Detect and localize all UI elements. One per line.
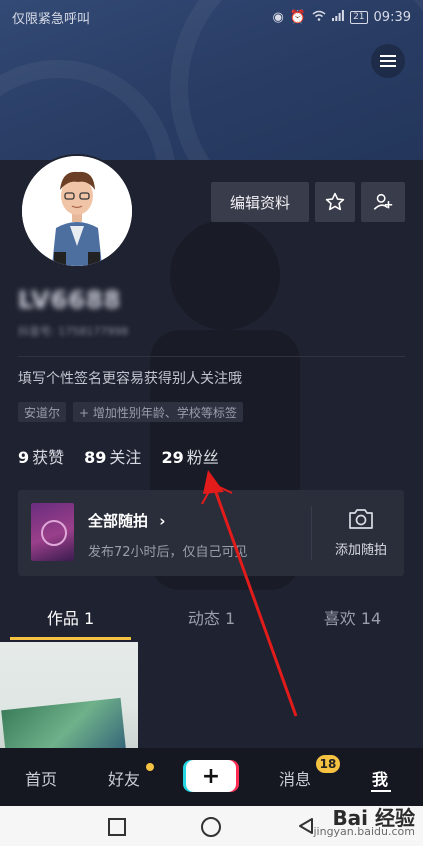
followers-stat[interactable]: 29 粉丝 — [161, 444, 218, 468]
wifi-icon — [312, 10, 326, 25]
tab-likes[interactable]: 喜欢 14 — [282, 600, 423, 640]
moments-separator — [311, 506, 312, 560]
moments-title-row: 全部随拍 › — [88, 510, 165, 531]
plus-icon: + — [201, 763, 221, 789]
create-video-button[interactable]: + — [186, 760, 236, 792]
cover-pattern — [0, 60, 176, 165]
edit-profile-button[interactable]: 编辑资料 — [211, 182, 309, 222]
camera-icon — [349, 509, 373, 529]
eye-icon: ◉ — [272, 9, 284, 25]
video-thumbnail[interactable] — [0, 642, 138, 748]
tab-activity[interactable]: 动态 1 — [141, 600, 282, 640]
home-button[interactable] — [201, 817, 221, 837]
back-button[interactable] — [298, 817, 314, 835]
avatar[interactable] — [20, 154, 134, 268]
baidu-watermark: Bai 经验 jingyan.baidu.com — [313, 806, 415, 838]
nav-home[interactable]: 首页 — [25, 766, 57, 790]
douyin-id: 抖音号: 1758177998 — [18, 325, 129, 338]
likes-stat[interactable]: 9 获赞 — [18, 444, 64, 468]
watermark-url: jingyan.baidu.com — [313, 825, 415, 838]
thumbnail-content — [1, 697, 127, 748]
messages-badge: 18 — [316, 755, 340, 773]
status-bar: 仅限紧急呼叫 ◉ ⏰ 21 09:39 — [0, 0, 423, 34]
moments-card[interactable]: 全部随拍 › 发布72小时后，仅自己可见 添加随拍 — [18, 490, 404, 576]
star-icon — [325, 192, 345, 211]
divider — [18, 356, 405, 357]
battery-indicator: 21 — [350, 10, 368, 24]
friends-notification-dot — [146, 763, 154, 771]
stats-row: 9 获赞 89 关注 29 粉丝 — [18, 444, 219, 468]
location-tag[interactable]: 安道尔 — [18, 402, 67, 422]
status-icons: ◉ ⏰ 21 09:39 — [272, 9, 411, 25]
moments-thumbnail — [31, 503, 74, 561]
bottom-nav: 首页 好友 + 消息 18 我 — [0, 748, 423, 806]
hamburger-icon — [380, 55, 396, 67]
me-underline — [371, 790, 391, 792]
moments-subtitle: 发布72小时后，仅自己可见 — [88, 545, 248, 560]
edit-profile-label: 编辑资料 — [229, 193, 290, 212]
add-tags-button[interactable]: + 增加性别年龄、学校等标签 — [73, 402, 243, 422]
content-tabs: 作品 1 动态 1 喜欢 14 — [0, 600, 423, 640]
tab-works[interactable]: 作品 1 — [0, 600, 141, 640]
alarm-icon: ⏰ — [289, 9, 307, 25]
menu-button[interactable] — [371, 44, 405, 78]
following-stat[interactable]: 89 关注 — [84, 444, 141, 468]
clock-time: 09:39 — [373, 9, 411, 25]
signal-icon — [332, 9, 344, 25]
nav-friends[interactable]: 好友 — [108, 766, 140, 790]
avatar-illustration — [22, 156, 132, 266]
add-moment-label: 添加随拍 — [334, 543, 387, 558]
favorite-button[interactable] — [315, 182, 355, 222]
bio-text[interactable]: 填写个性签名更容易获得别人关注哦 — [18, 368, 242, 388]
nav-me[interactable]: 我 — [372, 766, 388, 790]
recent-apps-button[interactable] — [108, 818, 126, 836]
username: LV6688 — [18, 286, 122, 314]
chevron-right-icon: › — [159, 512, 166, 530]
add-moment-button[interactable]: 添加随拍 — [318, 508, 404, 558]
carrier-text: 仅限紧急呼叫 — [12, 11, 91, 27]
add-user-icon — [373, 193, 393, 210]
system-nav-bar: Bai 经验 jingyan.baidu.com — [0, 806, 423, 846]
nav-messages[interactable]: 消息 — [279, 766, 311, 790]
add-friend-button[interactable] — [361, 182, 405, 222]
watermark-logo: Bai 经验 — [332, 806, 415, 830]
moments-title: 全部随拍 — [88, 512, 149, 530]
disc-icon — [41, 520, 67, 546]
